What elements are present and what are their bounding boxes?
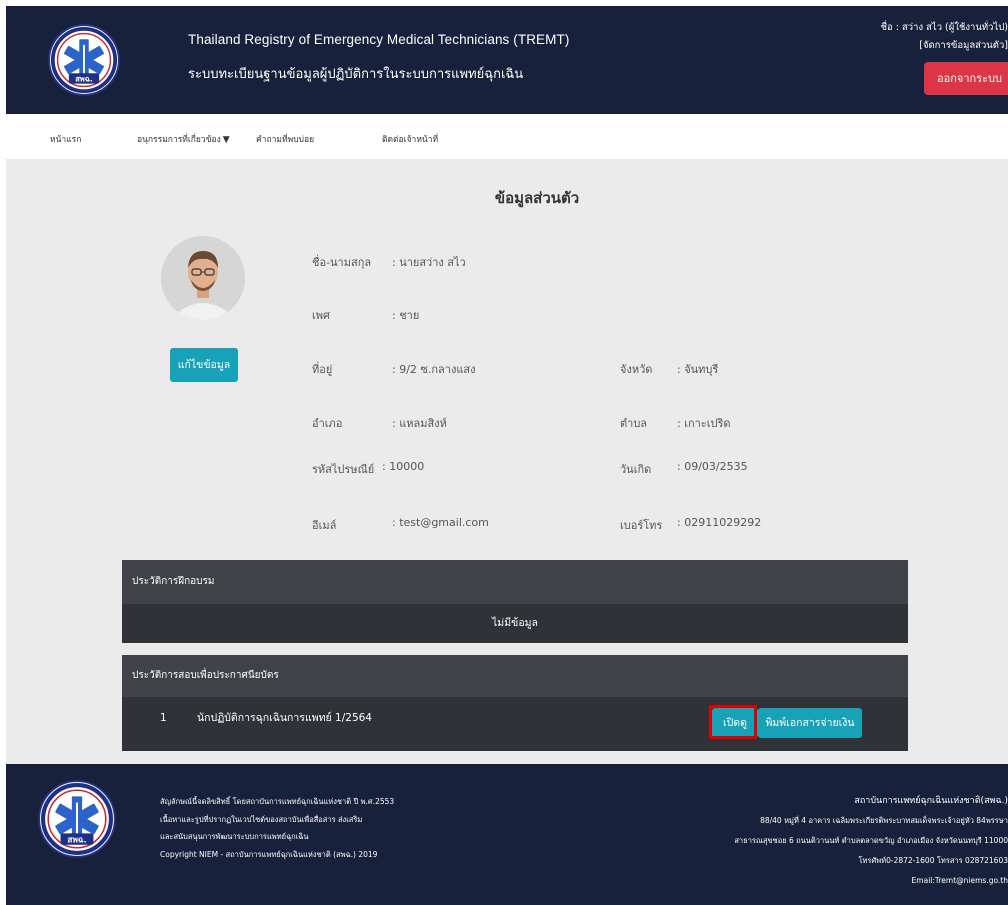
nav-courses-label: อนุกรรมการที่เกี่ยวข้อง — [137, 135, 221, 145]
province-value: : จันทบุรี — [677, 363, 719, 376]
footer-contact: สถาบันการแพทย์ฉุกเฉินแห่งชาติ(สพฉ.) 88/4… — [734, 791, 1008, 891]
birthdate-value: : 09/03/2535 — [677, 460, 748, 473]
training-history-header: ประวัติการฝึกอบรม — [122, 560, 908, 604]
name-value: : นายสว่าง สไว — [392, 256, 466, 269]
manage-profile-link[interactable]: [จัดการข้อมูลส่วนตัว] — [919, 38, 1008, 53]
footer-address-2: สาธารณสุขซอย 6 ถนนติวานนท์ ตำบลตลาดขวัญ … — [734, 836, 1008, 845]
subdistrict-value: : เกาะเปริด — [677, 417, 731, 430]
email-value: : test@gmail.com — [392, 516, 489, 529]
site-header: สพฉ. Thailand Registry of Emergency Medi… — [6, 6, 1008, 114]
edit-profile-button[interactable]: แก้ไขข้อมูล — [170, 348, 238, 382]
postcode-label: รหัสไปรษณีย์ — [312, 463, 375, 476]
logo-text: สพฉ. — [75, 75, 93, 84]
nav-courses-dropdown[interactable]: อนุกรรมการที่เกี่ยวข้อง ▼ — [137, 132, 230, 146]
table-row: 1 นักปฏิบัติการฉุกเฉินการแพทย์ 1/2564 เป… — [122, 704, 908, 744]
footer-address-1: 88/40 หมู่ที่ 4 อาคาร เฉลิมพระเกียรติพระ… — [760, 816, 1008, 825]
address-value: : 9/2 ซ.กลางแสง — [392, 363, 476, 376]
postcode-value: : 10000 — [382, 460, 425, 473]
caret-down-icon: ▼ — [222, 135, 230, 145]
gender-label: เพศ — [312, 309, 330, 322]
phone-value: : 02911029292 — [677, 516, 762, 529]
birthdate-label: วันเกิด — [620, 463, 652, 476]
user-name-label: ชื่อ : สว่าง สไว (ผู้ใช้งานทั่วไป) — [880, 22, 1008, 33]
footer-line-4: Copyright NIEM - สถาบันการแพทย์ฉุกเฉินแห… — [160, 849, 378, 859]
phone-label: เบอร์โทร — [620, 519, 663, 532]
site-title-th: ระบบทะเบียนฐานข้อมูลผู้ปฏิบัติการในระบบก… — [188, 67, 524, 82]
nav-contact[interactable]: ติดต่อเจ้าหน้าที่ — [382, 132, 438, 146]
footer-logo-text: สพฉ. — [67, 835, 86, 845]
site-title-en: Thailand Registry of Emergency Medical T… — [188, 32, 570, 47]
district-value: : แหลมสิงห์ — [392, 417, 447, 430]
logout-button[interactable]: ออกจากระบบ — [924, 62, 1008, 95]
footer-org-name: สถาบันการแพทย์ฉุกเฉินแห่งชาติ(สพฉ.) — [854, 796, 1008, 806]
footer-email[interactable]: Email:Tremt@niems.go.th — [734, 871, 1008, 891]
exam-row-name: นักปฏิบัติการฉุกเฉินการแพทย์ 1/2564 — [197, 712, 372, 724]
no-data-text: ไม่มีข้อมูล — [492, 617, 538, 629]
footer-copyright: สัญลักษณ์นี้จดลิขสิทธิ์ โดยสถาบันการแพทย… — [160, 793, 394, 863]
footer-line-2: เนื้อหาและรูปที่ปรากฏในเวปไซต์ของสถาบันเ… — [160, 814, 363, 824]
training-history-body: ไม่มีข้อมูล — [122, 604, 908, 643]
nav-faq[interactable]: คำถามที่พบบ่อย — [256, 132, 314, 146]
footer-line-3: และสนับสนุนการพัฒนาระบบการแพทย์ฉุกเฉิน — [160, 832, 309, 841]
gender-value: : ชาย — [392, 309, 420, 322]
page-frame: สพฉ. Thailand Registry of Emergency Medi… — [6, 6, 1008, 905]
name-label: ชื่อ-นามสกุล — [312, 256, 372, 269]
footer-niems-logo: สพฉ. — [38, 780, 116, 858]
email-label: อีเมล์ — [312, 519, 337, 532]
site-footer: สพฉ. สัญลักษณ์นี้จดลิขสิทธิ์ โดยสถาบันกา… — [6, 764, 1008, 905]
page-title: ข้อมูลส่วนตัว — [494, 189, 580, 207]
footer-phone: โทรศัพท์0-2872-1600 โทรสาร 028721603 — [858, 856, 1008, 865]
highlight-box — [709, 705, 757, 739]
print-payment-button[interactable]: พิมพ์เอกสารจ่ายเงิน — [758, 708, 862, 738]
exam-row-number: 1 — [160, 712, 167, 724]
nav-home[interactable]: หน้าแรก — [50, 132, 81, 146]
province-label: จังหวัด — [620, 363, 653, 376]
avatar — [161, 236, 245, 320]
footer-line-1: สัญลักษณ์นี้จดลิขสิทธิ์ โดยสถาบันการแพทย… — [160, 797, 395, 806]
exam-history-body: 1 นักปฏิบัติการฉุกเฉินการแพทย์ 1/2564 เป… — [122, 697, 908, 751]
main-nav: หน้าแรก อนุกรรมการที่เกี่ยวข้อง ▼ คำถามที… — [6, 114, 1008, 159]
exam-history-header: ประวัติการสอบเพื่อประกาศนียบัตร — [122, 655, 908, 697]
subdistrict-label: ตำบล — [620, 417, 648, 430]
address-label: ที่อยู่ — [312, 363, 333, 376]
district-label: อำเภอ — [312, 417, 343, 430]
niems-logo[interactable]: สพฉ. — [48, 24, 120, 96]
